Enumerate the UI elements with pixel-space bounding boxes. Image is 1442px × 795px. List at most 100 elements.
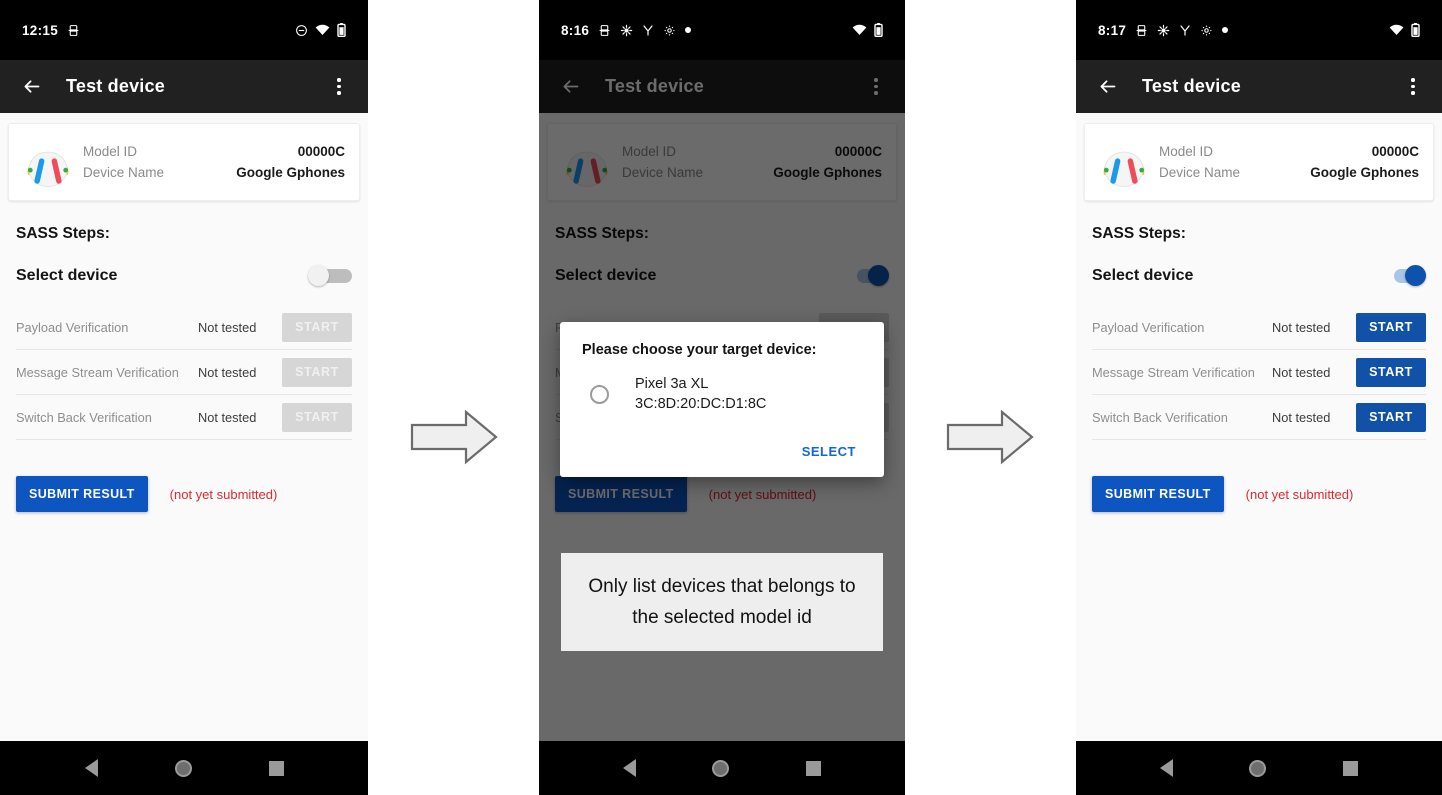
test-list: Payload Verification Not tested START Me… bbox=[16, 305, 352, 440]
nav-recent-apps-icon[interactable] bbox=[1342, 760, 1358, 776]
device-info-card: Model ID 00000C Device Name Google Gphon… bbox=[1084, 123, 1434, 201]
phone-screenshot-device-selected: 8:17 Test device Model ID 00000C Device … bbox=[1076, 0, 1442, 795]
submit-status-text: (not yet submitted) bbox=[708, 486, 817, 502]
vpn-icon bbox=[1179, 24, 1191, 37]
select-device-row: Select device bbox=[1092, 265, 1426, 287]
dialog-option-text: Pixel 3a XL 3C:8D:20:DC:D1:8C bbox=[635, 374, 766, 414]
test-name: Payload Verification bbox=[16, 319, 129, 335]
submit-result-button[interactable]: SUBMIT RESULT bbox=[1092, 476, 1224, 512]
back-arrow-icon[interactable] bbox=[18, 74, 44, 100]
select-device-label: Select device bbox=[1092, 267, 1194, 284]
device-info-value: 00000C bbox=[1371, 144, 1419, 159]
page-title: Test device bbox=[1142, 76, 1241, 96]
table-row: Message Stream Verification Not tested S… bbox=[1092, 350, 1426, 395]
back-arrow-icon[interactable] bbox=[557, 74, 583, 100]
nav-recent-apps-icon[interactable] bbox=[268, 760, 284, 776]
device-info-card: Model ID 00000C Device Name Google Gphon… bbox=[8, 123, 360, 201]
dot-icon bbox=[1222, 27, 1229, 33]
status-bar-clock: 12:15 bbox=[22, 22, 59, 38]
main-content: SASS Steps: Select device Payload Verifi… bbox=[1076, 225, 1442, 512]
device-mac-address: 3C:8D:20:DC:D1:8C bbox=[635, 396, 767, 412]
submit-result-button[interactable]: SUBMIT RESULT bbox=[16, 476, 148, 512]
section-title-sass-steps: SASS Steps: bbox=[555, 225, 649, 242]
overflow-menu-icon[interactable] bbox=[1402, 75, 1424, 99]
flow-arrow-2 bbox=[944, 406, 1036, 468]
settings-icon bbox=[1200, 24, 1213, 37]
device-info-key: Device Name bbox=[83, 165, 165, 180]
dot-icon bbox=[685, 27, 692, 33]
settings-icon bbox=[663, 24, 676, 37]
nav-home-icon[interactable] bbox=[712, 759, 730, 777]
nav-back-icon[interactable] bbox=[623, 759, 637, 777]
battery-icon bbox=[1411, 23, 1420, 37]
start-button[interactable]: START bbox=[282, 402, 352, 432]
section-title-sass-steps: SASS Steps: bbox=[1092, 225, 1186, 242]
radio-button-icon[interactable] bbox=[590, 384, 609, 404]
dialog-title: Please choose your target device: bbox=[582, 342, 817, 358]
test-list: Payload Verification Not tested START Me… bbox=[1092, 305, 1426, 440]
back-arrow-icon[interactable] bbox=[1094, 74, 1120, 100]
start-button[interactable]: START bbox=[1356, 312, 1426, 342]
submit-area: SUBMIT RESULT (not yet submitted) bbox=[555, 476, 889, 512]
toggle-thumb bbox=[308, 265, 329, 286]
status-bar-right bbox=[1389, 23, 1420, 37]
android-debug-icon bbox=[1135, 24, 1148, 37]
test-status: Not tested bbox=[1272, 409, 1331, 425]
status-bar: 8:16 bbox=[539, 0, 905, 60]
dialog-select-button[interactable]: SELECT bbox=[796, 440, 862, 463]
start-button[interactable]: START bbox=[1356, 402, 1426, 432]
app-bar: Test device bbox=[539, 60, 905, 113]
dialog-option-row[interactable]: Pixel 3a XL 3C:8D:20:DC:D1:8C bbox=[582, 374, 862, 414]
start-button[interactable]: START bbox=[282, 312, 352, 342]
sync-icon bbox=[1157, 24, 1170, 37]
device-info-rows: Model ID 00000C Device Name Google Gphon… bbox=[622, 141, 882, 183]
test-name: Message Stream Verification bbox=[16, 364, 179, 380]
page-title: Test device bbox=[66, 76, 165, 96]
start-button[interactable]: START bbox=[282, 357, 352, 387]
nav-home-icon[interactable] bbox=[174, 759, 192, 777]
device-name: Pixel 3a XL bbox=[635, 376, 709, 392]
page-title: Test device bbox=[605, 76, 704, 96]
select-device-row: Select device bbox=[16, 265, 352, 287]
table-row: Switch Back Verification Not tested STAR… bbox=[16, 395, 352, 440]
test-name: Switch Back Verification bbox=[16, 409, 152, 425]
test-name: Message Stream Verification bbox=[1092, 364, 1255, 380]
nav-back-icon[interactable] bbox=[84, 759, 98, 777]
select-device-toggle[interactable] bbox=[845, 265, 889, 287]
select-device-toggle[interactable] bbox=[1382, 265, 1426, 287]
android-debug-icon bbox=[67, 24, 80, 37]
select-device-label: Select device bbox=[555, 267, 657, 284]
table-row: Payload Verification Not tested START bbox=[16, 305, 352, 350]
overflow-menu-icon[interactable] bbox=[865, 75, 887, 99]
submit-result-button[interactable]: SUBMIT RESULT bbox=[555, 476, 687, 512]
table-row: Switch Back Verification Not tested STAR… bbox=[1092, 395, 1426, 440]
app-bar: Test device bbox=[1076, 60, 1442, 113]
overflow-menu-icon[interactable] bbox=[328, 75, 350, 99]
flow-arrow-1 bbox=[408, 406, 500, 468]
device-info-key: Device Name bbox=[622, 165, 704, 180]
device-info-value: 00000C bbox=[297, 144, 345, 159]
battery-icon bbox=[337, 23, 346, 37]
device-info-row: Device Name Google Gphones bbox=[1159, 162, 1419, 183]
submit-area: SUBMIT RESULT (not yet submitted) bbox=[16, 476, 352, 512]
device-info-value: 00000C bbox=[834, 144, 882, 159]
device-info-value: Google Gphones bbox=[1310, 165, 1419, 180]
device-info-row: Device Name Google Gphones bbox=[83, 162, 345, 183]
device-info-value: Google Gphones bbox=[773, 165, 882, 180]
headphones-icon bbox=[19, 133, 77, 191]
device-info-card: Model ID 00000C Device Name Google Gphon… bbox=[547, 123, 897, 201]
nav-back-icon[interactable] bbox=[1160, 759, 1174, 777]
device-info-rows: Model ID 00000C Device Name Google Gphon… bbox=[83, 141, 345, 183]
start-button[interactable]: START bbox=[1356, 357, 1426, 387]
status-bar-right bbox=[295, 23, 346, 37]
nav-recent-apps-icon[interactable] bbox=[805, 760, 821, 776]
select-device-toggle[interactable] bbox=[308, 265, 352, 287]
submit-area: SUBMIT RESULT (not yet submitted) bbox=[1092, 476, 1426, 512]
status-bar-left: 8:16 bbox=[561, 23, 692, 38]
sync-icon bbox=[620, 24, 633, 37]
test-status: Not tested bbox=[1272, 319, 1331, 335]
device-picker-dialog: Please choose your target device: Pixel … bbox=[560, 322, 884, 477]
android-debug-icon bbox=[598, 24, 611, 37]
nav-home-icon[interactable] bbox=[1249, 759, 1267, 777]
battery-icon bbox=[874, 23, 883, 37]
